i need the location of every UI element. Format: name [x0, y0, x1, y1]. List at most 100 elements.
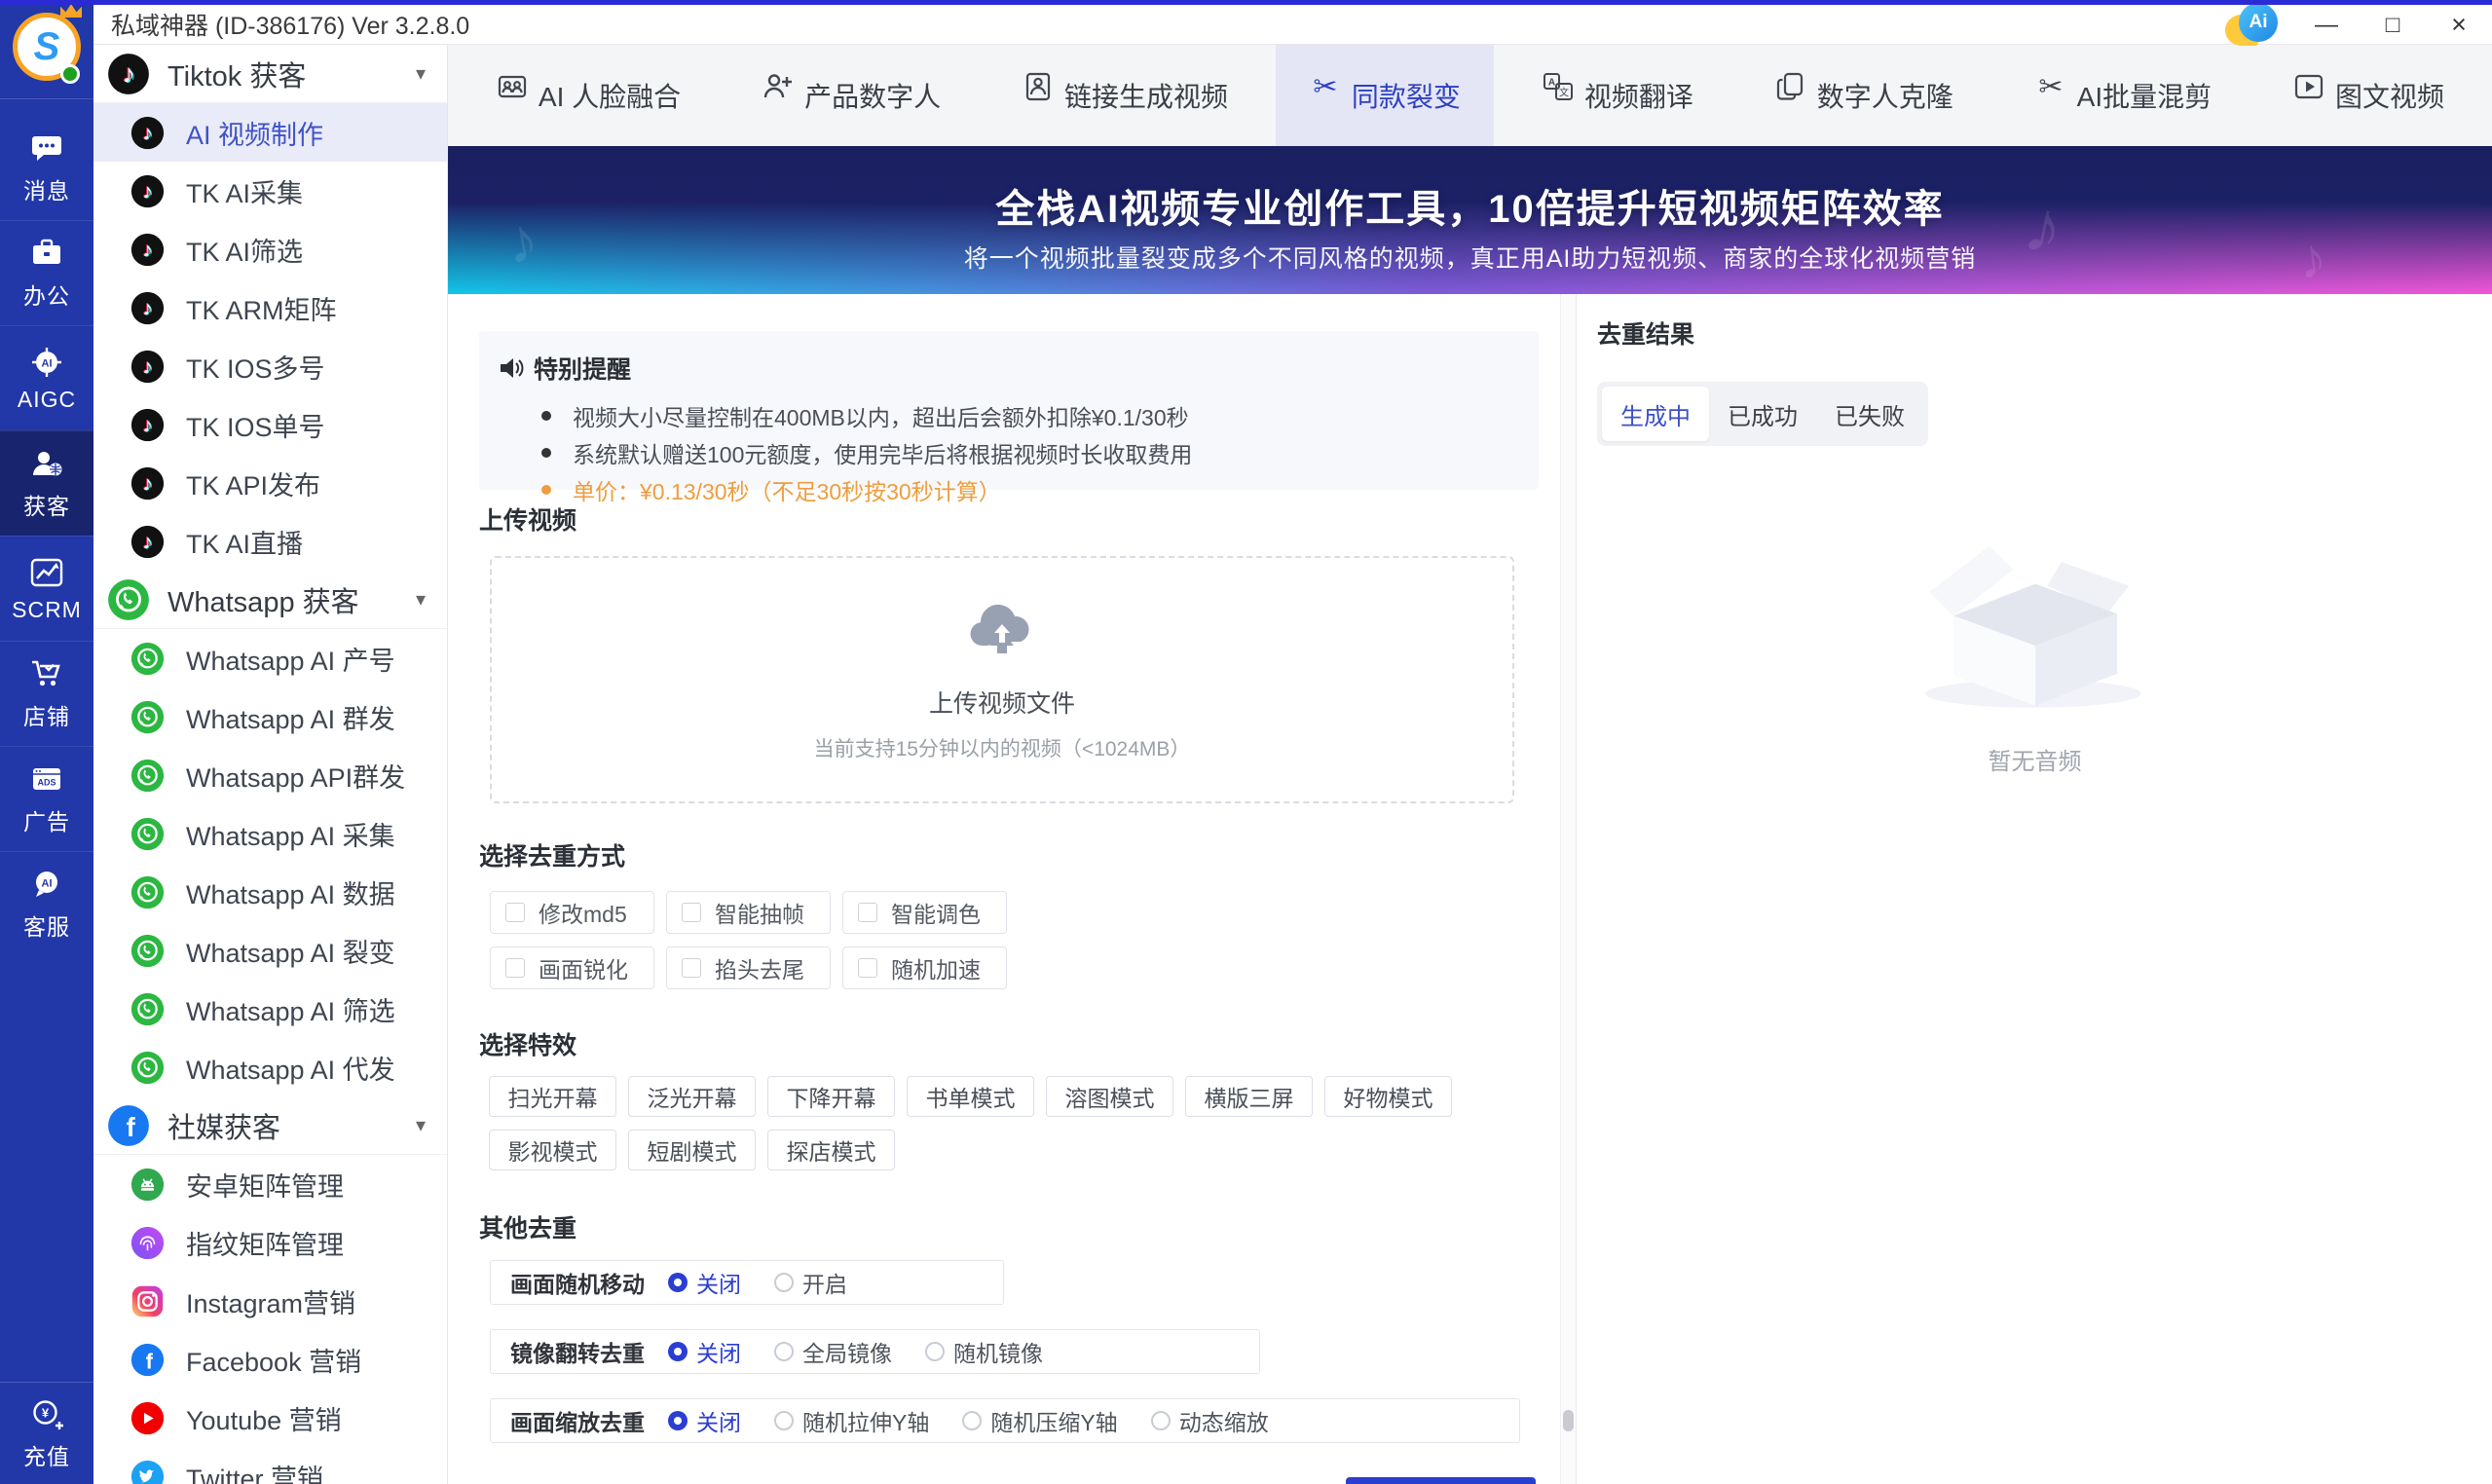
sidebar-item[interactable]: Whatsapp AI 采集: [93, 804, 447, 863]
sidebar-item[interactable]: Whatsapp AI 产号: [93, 629, 447, 687]
checkbox-icon[interactable]: [505, 903, 525, 922]
maximize-button[interactable]: □: [2360, 5, 2426, 45]
sidebar-item[interactable]: ♪ ♪ ♪ TK IOS多号: [93, 337, 447, 395]
rail-item-ads[interactable]: ADS 广告: [0, 746, 93, 851]
whatsapp-icon: [130, 700, 165, 734]
sidebar-item[interactable]: ♪ ♪ ♪ TK ARM矩阵: [93, 278, 447, 337]
sidebar-item[interactable]: ♪ ♪ ♪ TK AI采集: [93, 162, 447, 220]
radio-option[interactable]: 随机镜像: [925, 1335, 1043, 1368]
radio-option[interactable]: 全局镜像: [774, 1335, 892, 1368]
effect-button[interactable]: 影视模式: [489, 1130, 616, 1170]
rail-item-chat[interactable]: 消息: [0, 115, 93, 220]
checkbox-icon[interactable]: [505, 958, 525, 978]
checkbox-icon[interactable]: [858, 958, 877, 978]
effect-button[interactable]: 扫光开幕: [489, 1076, 616, 1117]
upload-dropzone[interactable]: 上传视频文件 当前支持15分钟以内的视频（<1024MB）: [490, 556, 1514, 803]
radio-option[interactable]: 关闭: [668, 1266, 741, 1299]
rail-item-briefcase[interactable]: 办公: [0, 220, 93, 325]
results-tab-1[interactable]: 已成功: [1709, 387, 1816, 441]
effect-button[interactable]: 溶图模式: [1046, 1076, 1173, 1117]
tab-7[interactable]: 图文视频: [2259, 45, 2477, 146]
tab-1[interactable]: 产品数字人: [728, 45, 974, 146]
radio-option[interactable]: 动态缩放: [1150, 1404, 1269, 1437]
sidebar-item[interactable]: Whatsapp AI 代发: [93, 1038, 447, 1096]
results-tab-2[interactable]: 已失败: [1816, 387, 1923, 441]
sidebar-item[interactable]: ♪ ♪ ♪ TK AI直播: [93, 512, 447, 571]
dedupe-option[interactable]: 智能抽帧: [666, 891, 831, 934]
effect-button[interactable]: 泛光开幕: [628, 1076, 756, 1117]
sidebar-group-0[interactable]: ♪ ♪ ♪ Tiktok 获客 ▾: [93, 45, 447, 103]
dedupe-option[interactable]: 随机加速: [842, 946, 1007, 989]
dedupe-option[interactable]: 掐头去尾: [666, 946, 831, 989]
radio-option[interactable]: 随机压缩Y轴: [962, 1404, 1118, 1437]
sidebar-item[interactable]: ♪ ♪ ♪ TK API发布: [93, 454, 447, 512]
radio-icon[interactable]: [774, 1342, 794, 1361]
radio-option[interactable]: 开启: [774, 1266, 847, 1299]
tab-6[interactable]: ✂ AI批量混剪: [2001, 45, 2245, 146]
radio-option[interactable]: 关闭: [668, 1335, 741, 1368]
sidebar-item[interactable]: Youtube 营销: [93, 1389, 447, 1447]
rail-item-aigc[interactable]: AI AIGC: [0, 325, 93, 430]
close-button[interactable]: ×: [2426, 5, 2492, 45]
radio-icon[interactable]: [774, 1411, 794, 1430]
sidebar-item[interactable]: Whatsapp AI 筛选: [93, 980, 447, 1038]
checkbox-icon[interactable]: [682, 903, 701, 922]
effect-button[interactable]: 短剧模式: [628, 1130, 756, 1170]
effect-button[interactable]: 好物模式: [1324, 1076, 1452, 1117]
dedupe-option[interactable]: 修改md5: [490, 891, 654, 934]
rail-item-service[interactable]: AI 客服: [0, 851, 93, 956]
tab-0[interactable]: AI 人脸融合: [463, 45, 714, 146]
sidebar-group-1[interactable]: Whatsapp 获客 ▾: [93, 571, 447, 629]
radio-icon[interactable]: [668, 1273, 688, 1292]
rail-item-person[interactable]: 获客: [0, 430, 93, 536]
sidebar-item[interactable]: Whatsapp AI 数据: [93, 863, 447, 921]
sidebar-item[interactable]: ♪ ♪ ♪ TK IOS单号: [93, 395, 447, 454]
checkbox-icon[interactable]: [682, 958, 701, 978]
ai-assistant-avatar[interactable]: Ai: [2225, 2, 2280, 48]
sidebar-item[interactable]: 安卓矩阵管理: [93, 1155, 447, 1213]
sidebar-item[interactable]: Instagram营销: [93, 1272, 447, 1330]
tab-2[interactable]: 链接生成视频: [988, 45, 1261, 146]
tab-5[interactable]: 数字人克隆: [1741, 45, 1987, 146]
sidebar-item[interactable]: f Facebook 营销: [93, 1330, 447, 1389]
tab-3[interactable]: ✂ 同款裂变: [1275, 45, 1494, 146]
sidebar-item[interactable]: ♪ ♪ ♪ AI 视频制作: [93, 103, 447, 162]
scrollbar-thumb[interactable]: [1563, 1410, 1574, 1431]
main-scrollbar[interactable]: [1560, 294, 1576, 1484]
effect-button[interactable]: 下降开幕: [767, 1076, 895, 1117]
effect-button[interactable]: 书单模式: [907, 1076, 1034, 1117]
effect-button[interactable]: 探店模式: [767, 1130, 895, 1170]
sidebar-group-2[interactable]: f 社媒获客 ▾: [93, 1096, 447, 1155]
effect-button[interactable]: 横版三屏: [1185, 1076, 1313, 1117]
radio-icon[interactable]: [1150, 1411, 1171, 1430]
checkbox-icon[interactable]: [858, 903, 877, 922]
sidebar-item[interactable]: Whatsapp AI 裂变: [93, 921, 447, 980]
sidebar-item[interactable]: 指纹矩阵管理: [93, 1213, 447, 1272]
radio-icon[interactable]: [668, 1342, 688, 1361]
rail-item-cart[interactable]: 店铺: [0, 641, 93, 746]
dedupe-option[interactable]: 智能调色: [842, 891, 1007, 934]
rail-item-chart[interactable]: SCRM: [0, 536, 93, 641]
svg-text:ADS: ADS: [37, 778, 56, 788]
instagram-icon: [130, 1284, 165, 1318]
radio-icon[interactable]: [962, 1411, 983, 1430]
sidebar-item[interactable]: Whatsapp API群发: [93, 746, 447, 804]
app-logo[interactable]: S: [0, 0, 93, 99]
radio-icon[interactable]: [774, 1273, 794, 1292]
radio-option[interactable]: 关闭: [668, 1404, 741, 1437]
sidebar-group-label: Tiktok 获客: [167, 60, 307, 93]
tab-4[interactable]: A 文视频翻译: [1508, 45, 1727, 146]
radio-option[interactable]: 随机拉伸Y轴: [774, 1404, 929, 1437]
results-tab-0[interactable]: 生成中: [1602, 387, 1709, 441]
radio-icon[interactable]: [925, 1342, 945, 1361]
sidebar-item[interactable]: ♪ ♪ ♪ TK AI筛选: [93, 220, 447, 278]
sidebar-item[interactable]: Whatsapp AI 群发: [93, 687, 447, 746]
ads-icon: ADS: [29, 761, 64, 797]
generate-button[interactable]: [1346, 1477, 1536, 1484]
radio-icon[interactable]: [668, 1411, 688, 1430]
rail-item-recharge[interactable]: ¥ 充值: [0, 1383, 93, 1484]
rail-item-label: 店铺: [23, 704, 70, 729]
dedupe-option[interactable]: 画面锐化: [490, 946, 654, 989]
minimize-button[interactable]: —: [2293, 5, 2360, 45]
sidebar-item[interactable]: Twitter 营销: [93, 1447, 447, 1484]
